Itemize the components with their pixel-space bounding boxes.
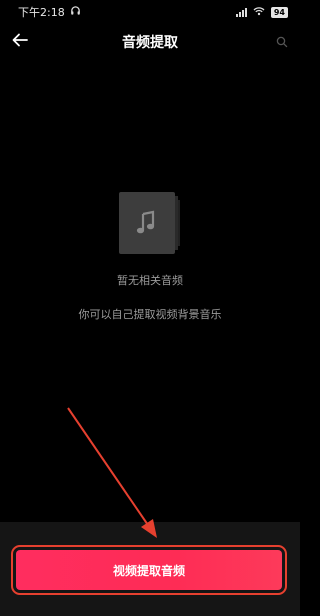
status-left: 下午2:18 — [18, 4, 81, 20]
battery-indicator: 94 — [270, 6, 288, 18]
search-icon — [276, 33, 288, 52]
status-time: 下午2:18 — [18, 6, 65, 19]
empty-state-description: 你可以自己提取视频背景音乐 — [78, 308, 222, 321]
empty-state: 暂无相关音频 你可以自己提取视频背景音乐 — [0, 192, 300, 322]
page-title: 音频提取 — [122, 35, 178, 51]
headphones-icon — [70, 5, 81, 19]
signal-icon — [235, 7, 247, 17]
wifi-icon — [253, 6, 265, 19]
music-note-icon — [119, 192, 181, 254]
empty-state-title: 暂无相关音频 — [117, 274, 183, 287]
nav-bar: 音频提取 — [0, 28, 300, 58]
status-right: 94 — [235, 6, 288, 19]
status-bar: 下午2:18 94 — [0, 0, 300, 24]
extract-audio-button[interactable]: 视频提取音频 — [11, 545, 287, 595]
search-button[interactable] — [272, 32, 292, 52]
